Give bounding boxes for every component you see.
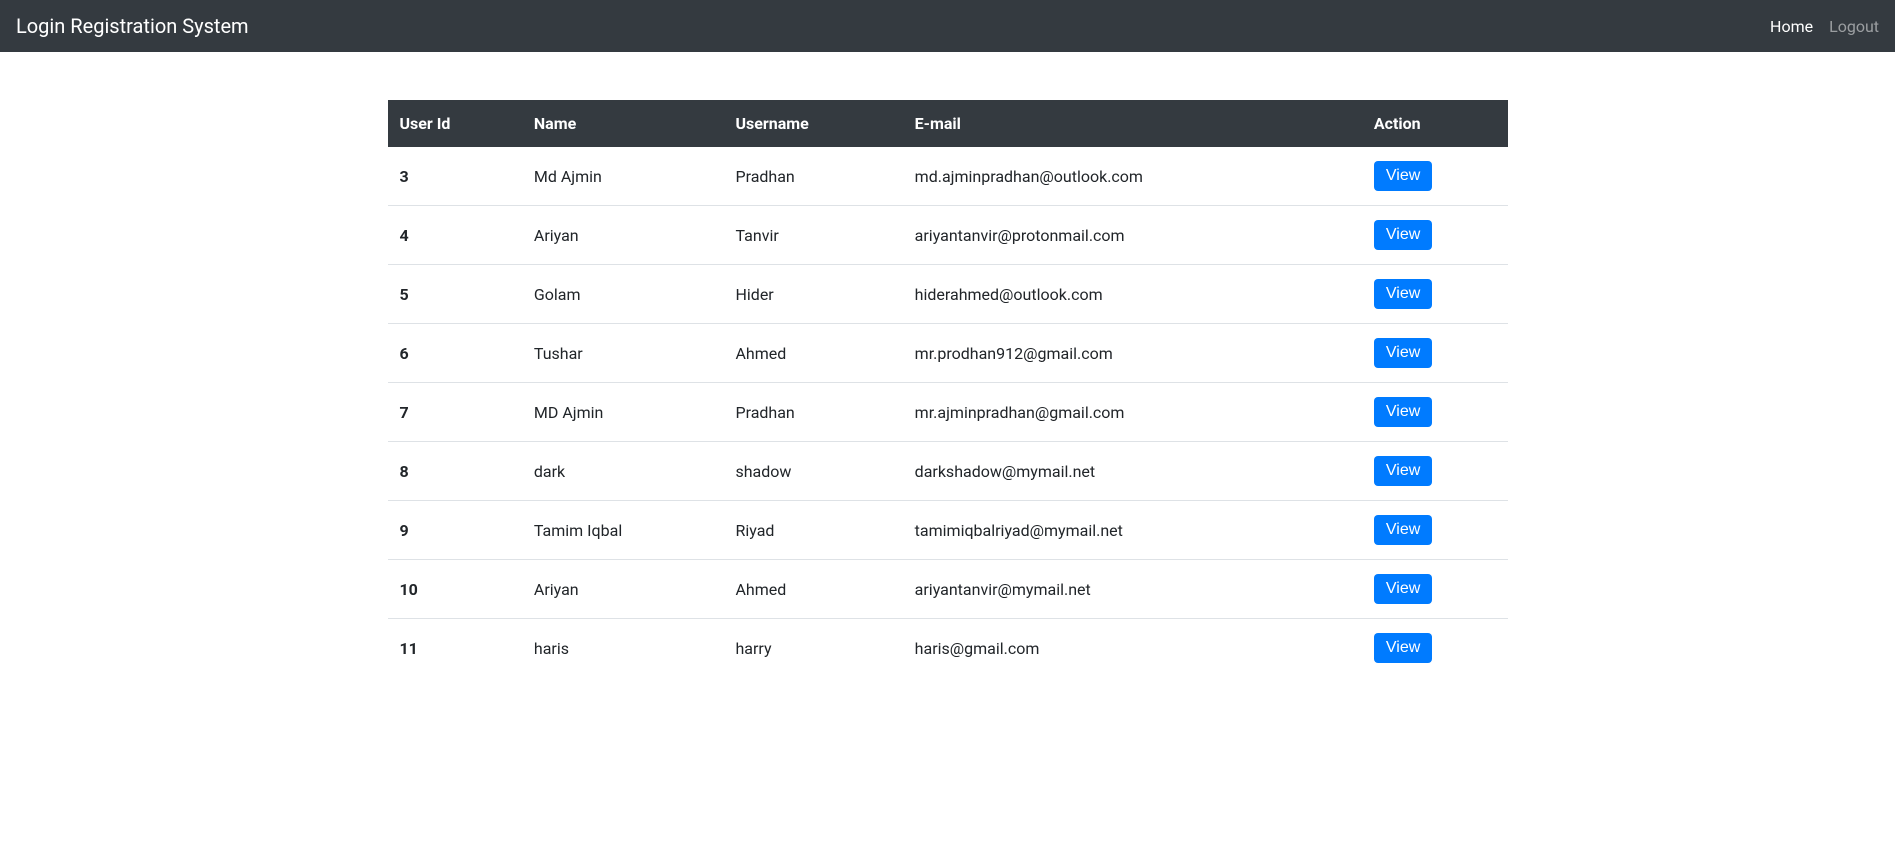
cell-action: View (1362, 206, 1508, 265)
cell-name: MD Ajmin (522, 383, 724, 442)
table-body: 3Md AjminPradhanmd.ajminpradhan@outlook.… (388, 147, 1508, 677)
th-user-id: User Id (388, 100, 522, 147)
view-button[interactable]: View (1374, 574, 1432, 604)
cell-user-id: 11 (388, 619, 522, 678)
table-row: 6TusharAhmedmr.prodhan912@gmail.com View (388, 324, 1508, 383)
cell-username: Ahmed (723, 560, 902, 619)
cell-action: View (1362, 383, 1508, 442)
cell-name: Tushar (522, 324, 724, 383)
cell-name: Md Ajmin (522, 147, 724, 206)
th-action: Action (1362, 100, 1508, 147)
th-username: Username (723, 100, 902, 147)
table-row: 9Tamim IqbalRiyadtamimiqbalriyad@mymail.… (388, 501, 1508, 560)
cell-name: dark (522, 442, 724, 501)
cell-name: Tamim Iqbal (522, 501, 724, 560)
cell-user-id: 7 (388, 383, 522, 442)
table-header-row: User Id Name Username E-mail Action (388, 100, 1508, 147)
cell-name: Ariyan (522, 206, 724, 265)
table-row: 8darkshadowdarkshadow@mymail.net View (388, 442, 1508, 501)
cell-username: Hider (723, 265, 902, 324)
cell-user-id: 10 (388, 560, 522, 619)
cell-email: ariyantanvir@mymail.net (903, 560, 1362, 619)
cell-action: View (1362, 147, 1508, 206)
cell-email: mr.ajminpradhan@gmail.com (903, 383, 1362, 442)
navbar-nav: Home Logout (1770, 17, 1879, 36)
view-button[interactable]: View (1374, 338, 1432, 368)
cell-name: haris (522, 619, 724, 678)
table-row: 4AriyanTanvirariyantanvir@protonmail.com… (388, 206, 1508, 265)
cell-username: Pradhan (723, 383, 902, 442)
view-button[interactable]: View (1374, 220, 1432, 250)
cell-action: View (1362, 324, 1508, 383)
view-button[interactable]: View (1374, 633, 1432, 663)
cell-user-id: 5 (388, 265, 522, 324)
cell-email: md.ajminpradhan@outlook.com (903, 147, 1362, 206)
table-row: 10AriyanAhmedariyantanvir@mymail.net View (388, 560, 1508, 619)
cell-username: harry (723, 619, 902, 678)
table-row: 11harisharryharis@gmail.com View (388, 619, 1508, 678)
users-table: User Id Name Username E-mail Action 3Md … (388, 100, 1508, 677)
view-button[interactable]: View (1374, 456, 1432, 486)
cell-action: View (1362, 442, 1508, 501)
cell-email: ariyantanvir@protonmail.com (903, 206, 1362, 265)
nav-link-logout[interactable]: Logout (1829, 17, 1879, 36)
cell-name: Ariyan (522, 560, 724, 619)
cell-user-id: 9 (388, 501, 522, 560)
cell-action: View (1362, 560, 1508, 619)
navbar: Login Registration System Home Logout (0, 0, 1895, 52)
cell-username: Tanvir (723, 206, 902, 265)
cell-username: shadow (723, 442, 902, 501)
cell-username: Ahmed (723, 324, 902, 383)
cell-email: mr.prodhan912@gmail.com (903, 324, 1362, 383)
table-row: 5GolamHiderhiderahmed@outlook.com View (388, 265, 1508, 324)
cell-email: haris@gmail.com (903, 619, 1362, 678)
th-email: E-mail (903, 100, 1362, 147)
cell-action: View (1362, 501, 1508, 560)
view-button[interactable]: View (1374, 515, 1432, 545)
view-button[interactable]: View (1374, 397, 1432, 427)
cell-action: View (1362, 619, 1508, 678)
cell-email: darkshadow@mymail.net (903, 442, 1362, 501)
cell-username: Riyad (723, 501, 902, 560)
cell-name: Golam (522, 265, 724, 324)
table-row: 3Md AjminPradhanmd.ajminpradhan@outlook.… (388, 147, 1508, 206)
cell-user-id: 8 (388, 442, 522, 501)
cell-user-id: 6 (388, 324, 522, 383)
cell-user-id: 4 (388, 206, 522, 265)
cell-email: hiderahmed@outlook.com (903, 265, 1362, 324)
th-name: Name (522, 100, 724, 147)
view-button[interactable]: View (1374, 161, 1432, 191)
cell-username: Pradhan (723, 147, 902, 206)
cell-email: tamimiqbalriyad@mymail.net (903, 501, 1362, 560)
cell-user-id: 3 (388, 147, 522, 206)
cell-action: View (1362, 265, 1508, 324)
nav-link-home[interactable]: Home (1770, 17, 1813, 36)
navbar-brand[interactable]: Login Registration System (16, 14, 249, 38)
table-row: 7MD AjminPradhanmr.ajminpradhan@gmail.co… (388, 383, 1508, 442)
main-container: User Id Name Username E-mail Action 3Md … (373, 52, 1523, 677)
view-button[interactable]: View (1374, 279, 1432, 309)
